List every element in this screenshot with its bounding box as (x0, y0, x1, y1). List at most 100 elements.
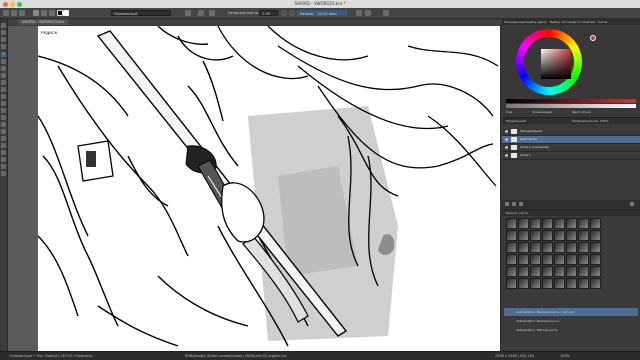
brush-preset-thumbnail[interactable] (566, 242, 577, 253)
ellipse-tool-icon[interactable] (1, 73, 6, 78)
hue-wheel[interactable] (516, 29, 582, 95)
move-tool-icon[interactable] (1, 129, 6, 134)
brush-preset-thumbnail[interactable] (542, 266, 553, 277)
brush-preset-thumbnail[interactable] (542, 254, 553, 265)
brush-preset-thumbnail[interactable] (590, 266, 601, 277)
edit-shapes-tool-icon[interactable] (1, 37, 6, 42)
brush-preset-row-selected[interactable]: abbreviation: Базовая кисть - мягкая (504, 308, 638, 316)
brush-preset-thumbnail[interactable] (566, 218, 577, 229)
brush-preset-thumbnail[interactable] (590, 242, 601, 253)
brush-preset-thumbnail[interactable] (518, 242, 529, 253)
brush-preset-thumbnail[interactable] (518, 254, 529, 265)
zoom-level[interactable]: 100% (560, 352, 570, 360)
brush-preset-thumbnail[interactable] (554, 278, 565, 289)
crop-tool-icon[interactable] (1, 136, 6, 141)
brush-preset-thumbnail[interactable] (518, 218, 529, 229)
brush-preset-thumbnail[interactable] (578, 218, 589, 229)
value-slider[interactable] (506, 99, 636, 103)
brush-preset-thumbnail[interactable] (530, 218, 541, 229)
brush-preset-thumbnail[interactable] (554, 218, 565, 229)
brush-preset-icon[interactable] (33, 10, 39, 16)
brush-preset-thumbnail[interactable] (518, 266, 529, 277)
brush-preset-thumbnail[interactable] (530, 266, 541, 277)
layers-opacity[interactable]: Непрозрачность: 100% (572, 119, 608, 123)
move-layer-icon[interactable] (519, 202, 523, 206)
opacity-slider[interactable]: 1,00 (259, 10, 278, 16)
delete-layer-icon[interactable] (630, 202, 634, 206)
brush-preset-thumbnail[interactable] (578, 242, 589, 253)
color-footer-0[interactable]: Уже (506, 110, 512, 114)
brush-preset-thumbnail[interactable] (590, 254, 601, 265)
save-document-icon[interactable] (19, 10, 25, 16)
brush-preset-thumbnail[interactable] (554, 254, 565, 265)
line-tool-icon[interactable] (1, 59, 6, 64)
layer-row[interactable]: Фигура/линии (502, 128, 640, 136)
text-tool-icon[interactable] (1, 30, 6, 35)
freehand-path-tool-icon[interactable] (1, 101, 6, 106)
color-footer-1[interactable]: Заодно(ещё) (532, 110, 552, 114)
brush-preset-thumbnail[interactable] (590, 278, 601, 289)
opacity-spin-icon[interactable] (281, 10, 287, 16)
visibility-eye-icon[interactable] (505, 138, 508, 141)
brush-preset-thumbnail[interactable] (554, 266, 565, 277)
pressure-icon[interactable] (289, 10, 295, 16)
multibrush-tool-icon[interactable] (1, 115, 6, 120)
open-document-icon[interactable] (11, 10, 17, 16)
layers-blend-mode[interactable]: Нормальный (506, 119, 526, 123)
brush-preset-thumbnail[interactable] (530, 278, 541, 289)
wrap-around-icon[interactable] (383, 10, 389, 16)
brush-preset-thumbnail[interactable] (518, 230, 529, 241)
brush-preset-thumbnail[interactable] (506, 230, 517, 241)
brush-preset-thumbnail[interactable] (506, 278, 517, 289)
brush-preset-thumbnail[interactable] (518, 278, 529, 289)
brush-preset-thumbnail[interactable] (590, 230, 601, 241)
duplicate-layer-icon[interactable] (512, 202, 516, 206)
brush-pattern-icon[interactable] (41, 10, 47, 16)
brush-preset-thumbnail[interactable] (554, 242, 565, 253)
pan-tool-icon[interactable] (1, 171, 6, 176)
brush-preset-thumbnail[interactable] (578, 230, 589, 241)
brush-preset-thumbnail[interactable] (542, 218, 553, 229)
blend-mode-select[interactable]: Нормальный (111, 10, 171, 16)
color-picker-tool-icon[interactable] (1, 150, 6, 155)
document-tab[interactable]: SWORD - SWORD23.kra (18, 19, 68, 25)
brush-preset-thumbnail[interactable] (578, 266, 589, 277)
polygon-tool-icon[interactable] (1, 80, 6, 85)
layer-row[interactable]: Слой 1 (502, 152, 640, 160)
brush-preset-thumbnail[interactable] (566, 278, 577, 289)
brush-preset-thumbnail[interactable] (578, 254, 589, 265)
bezier-tool-icon[interactable] (1, 94, 6, 99)
size-slider[interactable]: Размер: 30,00 пикс (297, 10, 347, 16)
brush-preset-thumbnail[interactable] (530, 254, 541, 265)
freehand-brush-tool-icon[interactable] (1, 52, 6, 57)
brush-preset-thumbnail[interactable] (566, 230, 577, 241)
brush-preset-thumbnail[interactable] (542, 242, 553, 253)
brush-preset-thumbnail[interactable] (530, 230, 541, 241)
calligraphy-tool-icon[interactable] (1, 44, 6, 49)
brush-preset-row[interactable]: abbreviation: Базовая кисть (504, 317, 638, 325)
brush-preset-thumbnail[interactable] (578, 278, 589, 289)
visibility-eye-icon[interactable] (505, 154, 508, 157)
eraser-mode-icon[interactable] (198, 10, 204, 16)
add-layer-icon[interactable] (505, 202, 509, 206)
brush-preset-thumbnail[interactable] (554, 230, 565, 241)
rectangle-tool-icon[interactable] (1, 66, 6, 71)
brush-preset-thumbnail[interactable] (530, 242, 541, 253)
gradient-tool-icon[interactable] (1, 143, 6, 148)
brush-preset-thumbnail[interactable] (566, 254, 577, 265)
visibility-eye-icon[interactable] (505, 130, 508, 133)
transform-tool-icon[interactable] (1, 122, 6, 127)
preserve-alpha-icon[interactable] (209, 10, 215, 16)
canvas-scrollbar[interactable] (500, 26, 501, 351)
zoom-tool-icon[interactable] (1, 164, 6, 169)
brush-preset-thumbnail[interactable] (590, 218, 601, 229)
brush-tag-filter[interactable]: Пресет: кисти (506, 211, 528, 215)
brush-preset-thumbnail[interactable] (506, 242, 517, 253)
layer-row-selected[interactable]: Цвет-волос (502, 136, 640, 144)
brush-preset-thumbnail[interactable] (542, 278, 553, 289)
brush-preset-row[interactable]: abbreviation: Мягкая кисть (504, 326, 638, 334)
reload-preset-icon[interactable] (185, 10, 191, 16)
layer-row[interactable]: Слой 2 (основной) (502, 144, 640, 152)
mirror-horizontal-icon[interactable] (356, 10, 362, 16)
mirror-vertical-icon[interactable] (365, 10, 371, 16)
